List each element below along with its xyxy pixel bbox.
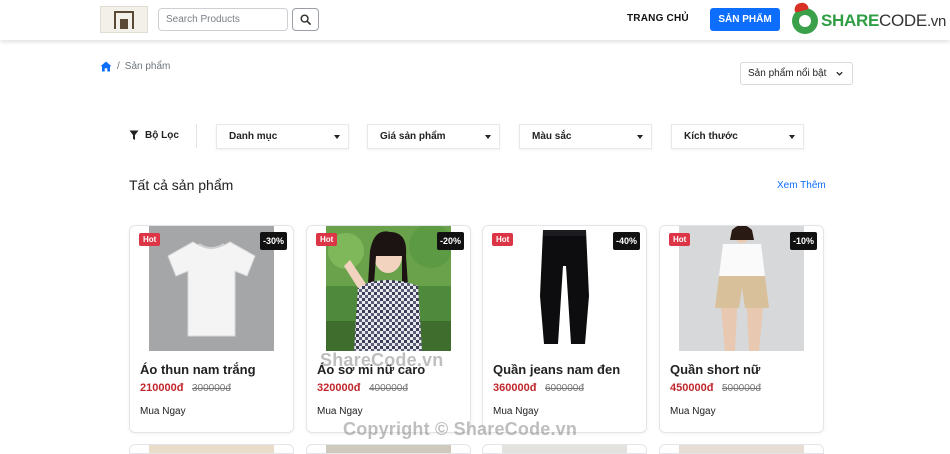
product-old-price: 400000đ bbox=[369, 383, 408, 394]
search-icon bbox=[300, 14, 311, 25]
buy-now-link[interactable]: Mua Ngay bbox=[670, 406, 716, 417]
hot-badge: Hot bbox=[492, 233, 514, 246]
product-image bbox=[149, 445, 274, 453]
product-old-price: 300000đ bbox=[192, 383, 231, 394]
filter-color-label: Màu sắc bbox=[532, 131, 572, 142]
watermark-bottom: Copyright © ShareCode.vn bbox=[343, 419, 578, 439]
buy-now-link[interactable]: Mua Ngay bbox=[493, 406, 539, 417]
filter-price-label: Giá sản phẩm bbox=[380, 131, 446, 142]
search-input[interactable] bbox=[158, 8, 288, 31]
sharecode-brand: SHARECODE.vn bbox=[792, 6, 946, 36]
product-old-price: 500000đ bbox=[722, 383, 761, 394]
breadcrumb-current: Sản phẩm bbox=[124, 61, 171, 72]
product-name[interactable]: Quần short nữ bbox=[670, 362, 760, 377]
section-title: Tất cả sản phẩm bbox=[129, 177, 234, 193]
discount-badge: -10% bbox=[789, 232, 817, 250]
discount-badge: -20% bbox=[436, 232, 464, 250]
product-price: 320000đ bbox=[317, 382, 361, 394]
sharecode-logo-icon bbox=[792, 8, 818, 34]
product-name[interactable]: Áo thun nam trắng bbox=[140, 362, 256, 377]
filter-size-dropdown[interactable]: Kích thước bbox=[671, 124, 804, 149]
brand-share: SHARE bbox=[821, 11, 880, 30]
product-image[interactable] bbox=[326, 226, 451, 351]
product-card-partial[interactable] bbox=[659, 444, 824, 454]
nav-products-button[interactable]: SẢN PHẨM bbox=[710, 8, 780, 31]
product-image bbox=[679, 445, 804, 453]
breadcrumb: / Sản phẩm bbox=[100, 61, 170, 72]
buy-now-link[interactable]: Mua Ngay bbox=[140, 406, 186, 417]
buy-now-link[interactable]: Mua Ngay bbox=[317, 406, 363, 417]
nav-home-link[interactable]: TRANG CHỦ bbox=[627, 13, 689, 24]
sort-selected-label: Sản phẩm nổi bật bbox=[748, 68, 827, 79]
product-image[interactable] bbox=[149, 226, 274, 351]
product-card[interactable]: Hot -30% Áo thun nam trắng 210000đ 30000… bbox=[129, 225, 294, 433]
product-card[interactable]: Hot -40% Quần jeans nam đen 360000đ 6000… bbox=[482, 225, 647, 433]
logo-mark-icon bbox=[114, 10, 134, 29]
caret-down-icon bbox=[789, 135, 795, 139]
filter-color-dropdown[interactable]: Màu sắc bbox=[519, 124, 652, 149]
search-button[interactable] bbox=[292, 8, 319, 31]
filter-icon bbox=[129, 130, 139, 140]
sort-select[interactable]: Sản phẩm nổi bật bbox=[740, 62, 853, 85]
top-navbar: TRANG CHỦ SẢN PHẨM SHARECODE.vn bbox=[0, 0, 950, 40]
filter-label: Bộ Lọc bbox=[129, 130, 179, 141]
filter-category-dropdown[interactable]: Danh mục bbox=[216, 124, 349, 149]
filter-price-dropdown[interactable]: Giá sản phẩm bbox=[367, 124, 500, 149]
brand-code: CODE bbox=[879, 11, 927, 30]
filter-size-label: Kích thước bbox=[684, 131, 738, 142]
product-card-partial[interactable] bbox=[129, 444, 294, 454]
product-card[interactable]: Hot -10% Quần short nữ 450000đ 500000đ M… bbox=[659, 225, 824, 433]
product-image[interactable] bbox=[679, 226, 804, 351]
product-old-price: 600000đ bbox=[545, 383, 584, 394]
store-logo[interactable] bbox=[100, 6, 148, 33]
home-icon[interactable] bbox=[100, 61, 112, 72]
caret-down-icon bbox=[637, 135, 643, 139]
chevron-down-icon bbox=[836, 71, 843, 76]
discount-badge: -40% bbox=[612, 232, 640, 250]
breadcrumb-separator: / bbox=[117, 61, 120, 72]
product-image bbox=[502, 445, 627, 453]
see-more-link[interactable]: Xem Thêm bbox=[777, 180, 826, 191]
product-price: 360000đ bbox=[493, 382, 537, 394]
watermark-top: ShareCode.vn bbox=[320, 350, 444, 370]
caret-down-icon bbox=[334, 135, 340, 139]
product-card[interactable]: Hot -20% Áo sơ mi nữ caro 320000đ 400000… bbox=[306, 225, 471, 433]
caret-down-icon bbox=[485, 135, 491, 139]
product-image[interactable] bbox=[502, 226, 627, 351]
filter-label-text: Bộ Lọc bbox=[145, 130, 179, 141]
hot-badge: Hot bbox=[669, 233, 691, 246]
product-name[interactable]: Quần jeans nam đen bbox=[493, 362, 620, 377]
product-image bbox=[326, 445, 451, 453]
filter-category-label: Danh mục bbox=[229, 131, 278, 142]
product-card-partial[interactable] bbox=[482, 444, 647, 454]
hot-badge: Hot bbox=[139, 233, 161, 246]
hot-badge: Hot bbox=[316, 233, 338, 246]
brand-tld: .vn bbox=[926, 13, 947, 30]
product-price: 450000đ bbox=[670, 382, 714, 394]
product-card-partial[interactable] bbox=[306, 444, 471, 454]
filter-divider bbox=[196, 124, 197, 148]
discount-badge: -30% bbox=[259, 232, 287, 250]
product-price: 210000đ bbox=[140, 382, 184, 394]
